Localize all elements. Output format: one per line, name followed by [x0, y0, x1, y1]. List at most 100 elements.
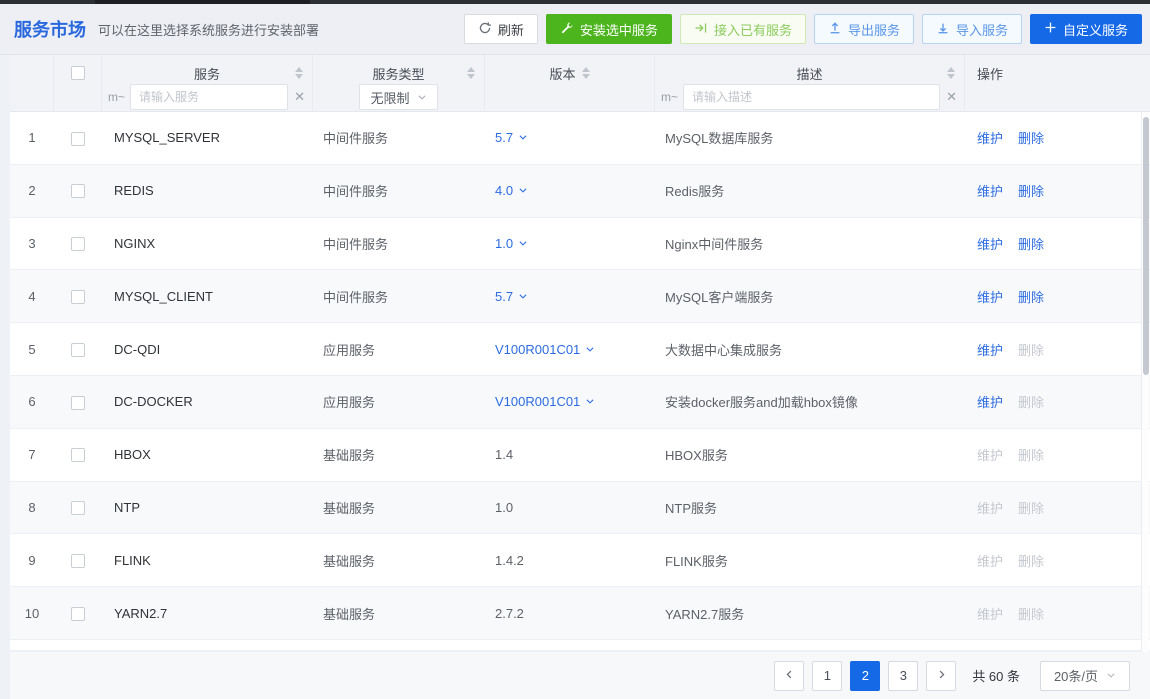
row-checkbox[interactable]	[71, 290, 85, 304]
prev-page-button[interactable]	[774, 661, 804, 691]
select-all-checkbox[interactable]	[71, 66, 85, 80]
refresh-button[interactable]: 刷新	[464, 14, 538, 44]
connect-existing-button[interactable]: 接入已有服务	[680, 14, 806, 44]
maintain-link[interactable]: 维护	[977, 343, 1003, 358]
page-button-1[interactable]: 1	[812, 661, 842, 691]
sort-icon[interactable]	[947, 67, 955, 79]
service-type: 基础服务	[313, 498, 485, 517]
page-button-2-active[interactable]: 2	[850, 661, 880, 691]
sort-icon[interactable]	[295, 67, 303, 79]
table-row: 6 DC-DOCKER 应用服务 V100R001C01 安装docker服务a…	[10, 376, 1150, 429]
delete-link[interactable]: 删除	[1018, 554, 1044, 569]
type-filter-select[interactable]: 无限制	[359, 84, 437, 110]
table-row: 10 YARN2.7 基础服务 2.7.2 YARN2.7服务 维护删除	[10, 587, 1150, 640]
delete-link[interactable]: 删除	[1018, 501, 1044, 516]
clear-icon[interactable]: ✕	[945, 89, 958, 105]
row-checkbox[interactable]	[71, 554, 85, 568]
maintain-link[interactable]: 维护	[977, 184, 1003, 199]
service-name: MYSQL_SERVER	[102, 130, 313, 145]
service-description: MySQL数据库服务	[655, 128, 965, 147]
maintain-link[interactable]: 维护	[977, 501, 1003, 516]
vertical-scrollbar[interactable]	[1141, 112, 1149, 652]
maintain-link[interactable]: 维护	[977, 237, 1003, 252]
delete-link[interactable]: 删除	[1018, 290, 1044, 305]
row-checkbox[interactable]	[71, 184, 85, 198]
service-name: FLINK	[102, 553, 313, 568]
delete-link[interactable]: 删除	[1018, 237, 1044, 252]
connect-icon	[694, 21, 708, 38]
clear-icon[interactable]: ✕	[293, 89, 306, 105]
service-type: 中间件服务	[313, 181, 485, 200]
sort-icon[interactable]	[582, 67, 590, 79]
custom-service-button[interactable]: 自定义服务	[1030, 14, 1142, 44]
version-select[interactable]: 1.0	[495, 236, 528, 251]
service-description: HBOX服务	[655, 445, 965, 464]
service-type: 应用服务	[313, 392, 485, 411]
maintain-link[interactable]: 维护	[977, 290, 1003, 305]
version-select[interactable]: V100R001C01	[495, 394, 595, 409]
service-type: 基础服务	[313, 551, 485, 570]
version-select[interactable]: 5.7	[495, 130, 528, 145]
service-type: 基础服务	[313, 604, 485, 623]
version-select[interactable]: 5.7	[495, 289, 528, 304]
delete-link[interactable]: 删除	[1018, 131, 1044, 146]
delete-link[interactable]: 删除	[1018, 448, 1044, 463]
service-name: REDIS	[102, 183, 313, 198]
service-description: 安装docker服务and加载hbox镜像	[655, 392, 965, 411]
delete-link[interactable]: 删除	[1018, 343, 1044, 358]
chevron-down-icon	[417, 90, 427, 105]
page-subtitle: 可以在这里选择系统服务进行安装部署	[98, 20, 464, 39]
import-services-button[interactable]: 导入服务	[922, 14, 1022, 44]
row-checkbox[interactable]	[71, 343, 85, 357]
service-type: 中间件服务	[313, 128, 485, 147]
export-services-button[interactable]: 导出服务	[814, 14, 914, 44]
actions-column-header: 操作	[965, 55, 1132, 111]
chevron-down-icon	[518, 236, 528, 251]
chevron-left-icon	[784, 668, 795, 683]
maintain-link[interactable]: 维护	[977, 607, 1003, 622]
page-size-select[interactable]: 20条/页	[1040, 661, 1130, 691]
service-name: MYSQL_CLIENT	[102, 289, 313, 304]
row-checkbox[interactable]	[71, 237, 85, 251]
delete-link[interactable]: 删除	[1018, 395, 1044, 410]
row-checkbox[interactable]	[71, 448, 85, 462]
maintain-link[interactable]: 维护	[977, 395, 1003, 410]
browser-tab-segment	[95, 0, 310, 4]
service-filter-input[interactable]	[130, 84, 288, 110]
service-version: 1.4	[485, 447, 655, 462]
version-select[interactable]: 4.0	[495, 183, 528, 198]
scrollbar-thumb[interactable]	[1143, 117, 1149, 375]
row-index: 6	[10, 394, 54, 409]
row-checkbox[interactable]	[71, 396, 85, 410]
service-type: 中间件服务	[313, 287, 485, 306]
page-title: 服务市场	[14, 16, 86, 42]
service-description: MySQL客户端服务	[655, 287, 965, 306]
next-page-button[interactable]	[926, 661, 956, 691]
checkbox-column-header	[54, 55, 102, 111]
service-name: NTP	[102, 500, 313, 515]
delete-link[interactable]: 删除	[1018, 607, 1044, 622]
description-column-header: 描述 m~ ✕	[655, 55, 965, 111]
sort-icon[interactable]	[467, 67, 475, 79]
row-checkbox[interactable]	[71, 607, 85, 621]
page-button-3[interactable]: 3	[888, 661, 918, 691]
maintain-link[interactable]: 维护	[977, 554, 1003, 569]
chevron-down-icon	[1106, 668, 1116, 683]
match-mode-label[interactable]: m~	[661, 90, 678, 104]
install-selected-button[interactable]: 安装选中服务	[546, 14, 672, 44]
service-version: 1.0	[485, 500, 655, 515]
row-index: 5	[10, 342, 54, 357]
maintain-link[interactable]: 维护	[977, 448, 1003, 463]
row-index: 3	[10, 236, 54, 251]
table-row: 9 FLINK 基础服务 1.4.2 FLINK服务 维护删除	[10, 534, 1150, 587]
partial-row	[10, 640, 1150, 651]
version-select[interactable]: V100R001C01	[495, 342, 595, 357]
row-checkbox[interactable]	[71, 132, 85, 146]
row-index: 1	[10, 130, 54, 145]
maintain-link[interactable]: 维护	[977, 131, 1003, 146]
delete-link[interactable]: 删除	[1018, 184, 1044, 199]
match-mode-label[interactable]: m~	[108, 90, 125, 104]
description-filter-input[interactable]	[683, 84, 940, 110]
index-column-header	[10, 55, 54, 111]
row-checkbox[interactable]	[71, 501, 85, 515]
